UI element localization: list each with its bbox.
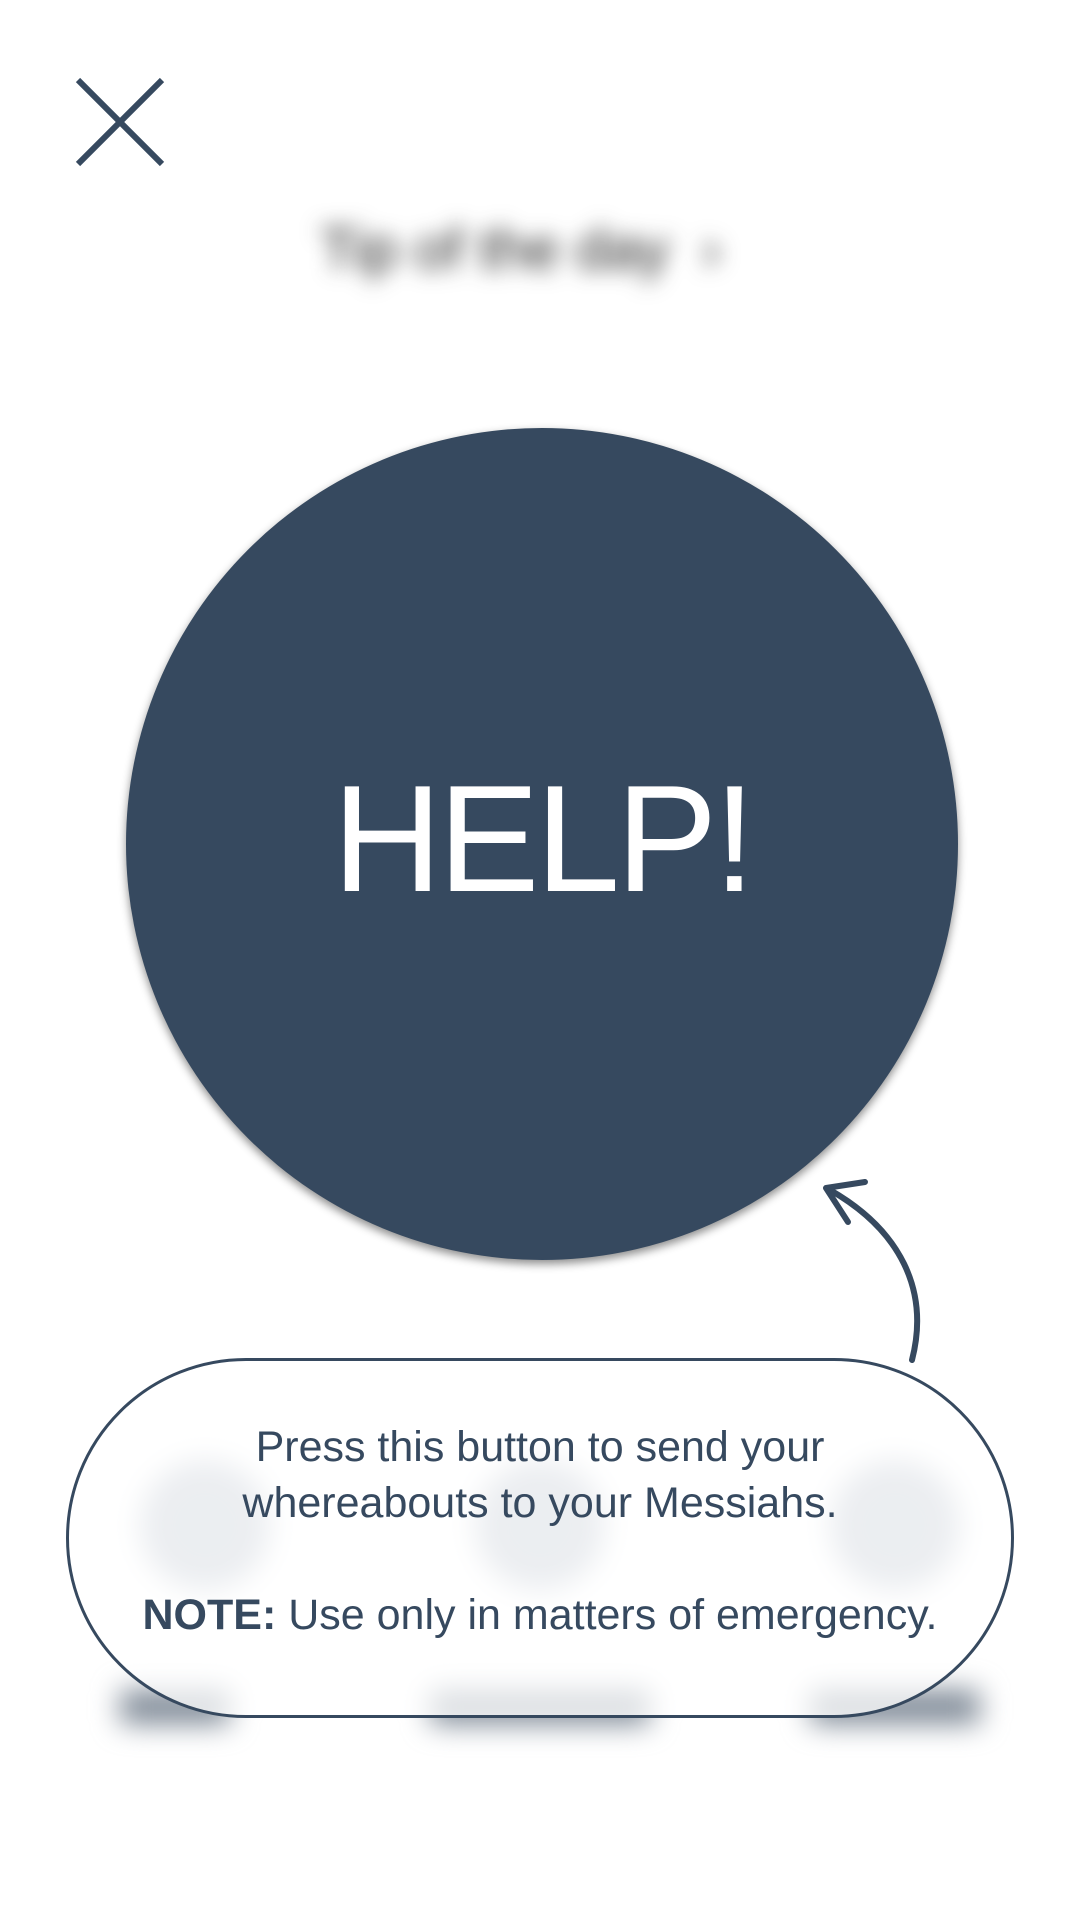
close-button[interactable]	[70, 72, 170, 172]
callout-line-1: Press this button to send your	[255, 1423, 825, 1471]
chevron-right-icon: ›	[685, 217, 721, 282]
callout-description: Press this button to send your whereabou…	[69, 1419, 1011, 1531]
tutorial-callout: Press this button to send your whereabou…	[66, 1358, 1014, 1718]
help-button-label: HELP!	[332, 753, 755, 924]
tip-of-the-day-header: Tip of the day ›	[320, 210, 850, 290]
help-button[interactable]: HELP!	[126, 428, 958, 1260]
callout-note-label: NOTE:	[142, 1591, 277, 1639]
help-tutorial-screen: Tip of the day › HELP! Press this button…	[0, 0, 1080, 1920]
close-icon	[75, 77, 165, 167]
tip-of-the-day-label: Tip of the day	[320, 217, 670, 282]
callout-note-text: Use only in matters of emergency.	[276, 1591, 938, 1639]
callout-line-2: whereabouts to your Messiahs.	[242, 1479, 838, 1527]
curved-arrow-icon	[823, 1179, 921, 1363]
callout-note: NOTE: Use only in matters of emergency.	[69, 1587, 1011, 1643]
